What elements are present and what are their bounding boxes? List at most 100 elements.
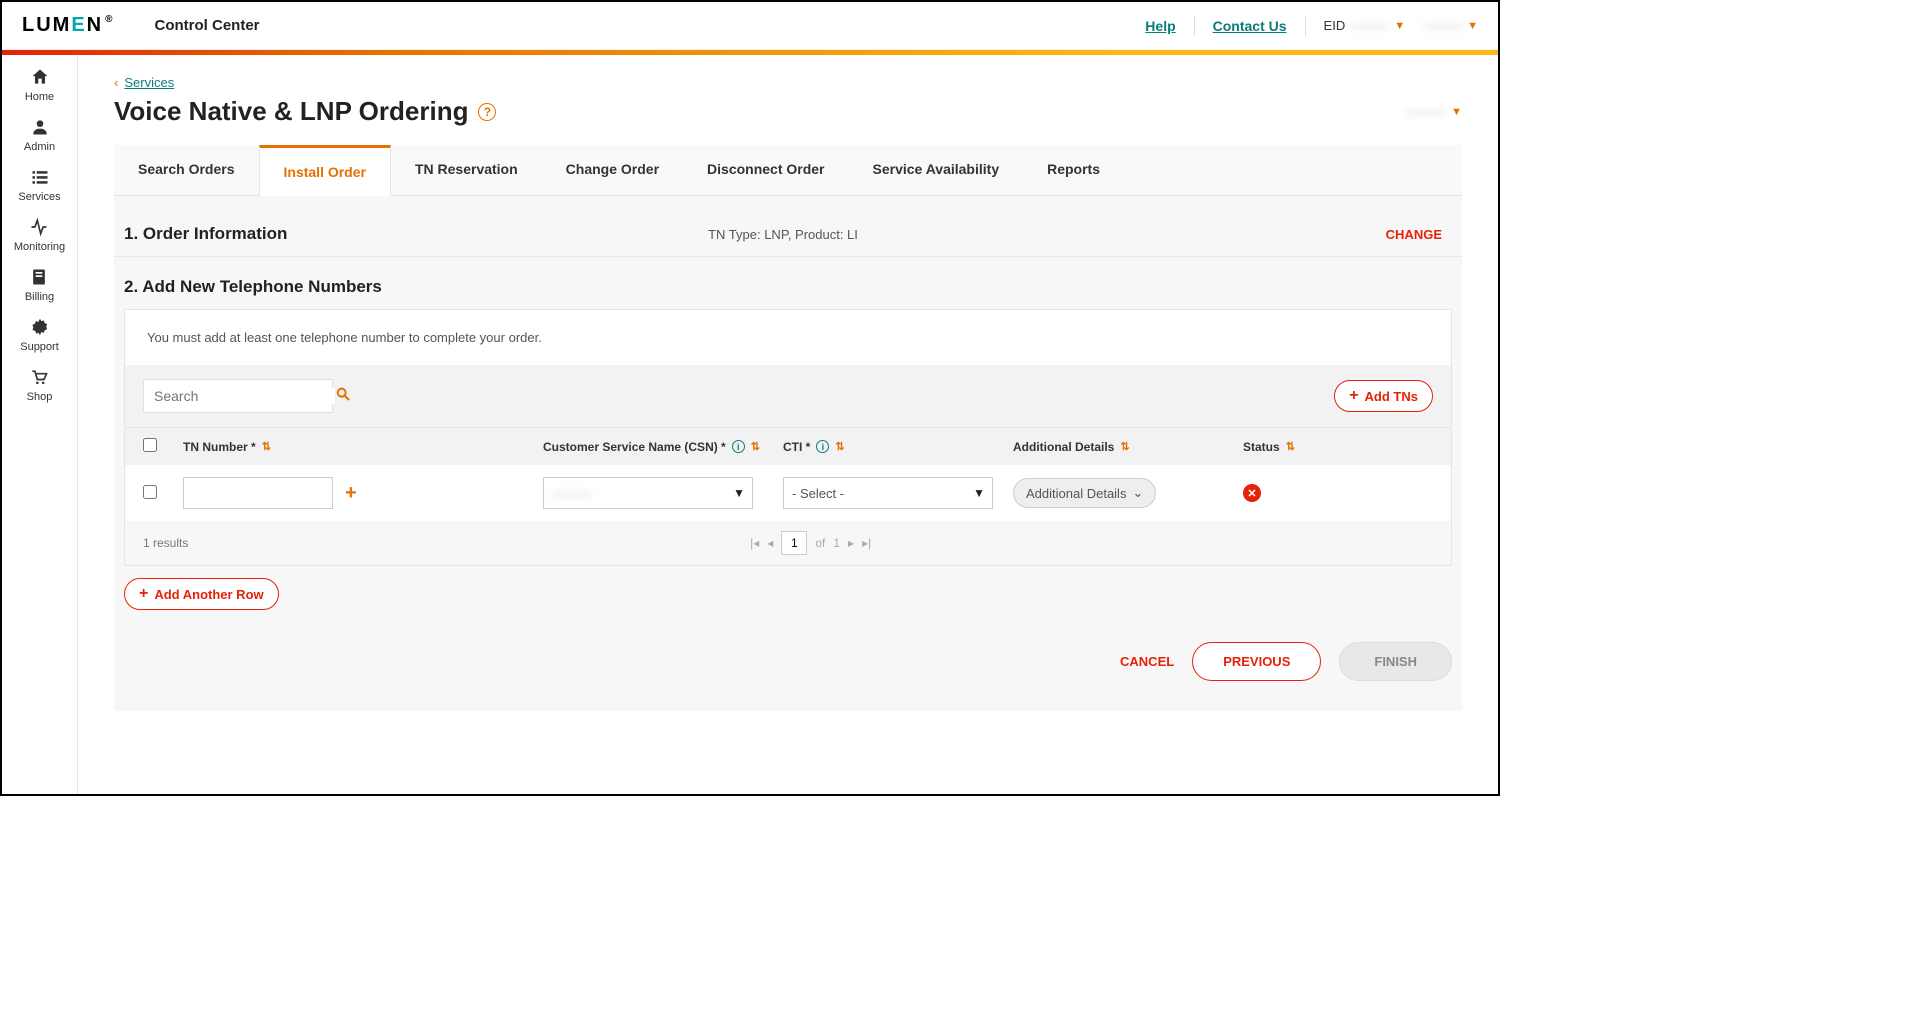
sidebar-item-label: Support (20, 341, 59, 353)
main-content: ‹ Services Voice Native & LNP Ordering ?… (78, 55, 1498, 794)
results-count: 1 results (143, 536, 188, 550)
sidebar-item-label: Services (18, 191, 60, 203)
sort-icon[interactable]: ⇅ (1120, 440, 1129, 453)
sidebar-item-shop[interactable]: Shop (27, 367, 53, 403)
sidebar-item-monitoring[interactable]: Monitoring (14, 217, 65, 253)
section-2-title: 2. Add New Telephone Numbers (114, 257, 1462, 309)
previous-button[interactable]: PREVIOUS (1192, 642, 1321, 681)
page-first-icon[interactable]: |◂ (750, 536, 759, 550)
user-menu[interactable]: ——— ▼ (1423, 18, 1478, 33)
tab-disconnect-order[interactable]: Disconnect Order (683, 145, 848, 195)
info-icon[interactable]: i (816, 440, 829, 453)
user-icon (30, 117, 50, 137)
sidebar-item-label: Billing (25, 291, 54, 303)
col-status-label: Status (1243, 440, 1280, 454)
cancel-button[interactable]: CANCEL (1120, 654, 1174, 669)
eid-display[interactable]: EID ——— ▼ (1324, 18, 1406, 33)
search-icon[interactable] (335, 386, 351, 407)
account-selector[interactable]: ——— ▼ (1406, 104, 1462, 119)
finish-button[interactable]: FINISH (1339, 642, 1452, 681)
plus-icon: + (1349, 388, 1358, 404)
help-link[interactable]: Help (1145, 18, 1175, 34)
additional-details-button[interactable]: Additional Details ⌄ (1013, 478, 1156, 508)
info-icon[interactable]: i (732, 440, 745, 453)
sidebar-item-label: Admin (24, 141, 55, 153)
tab-reports[interactable]: Reports (1023, 145, 1124, 195)
sort-icon[interactable]: ⇅ (835, 440, 844, 453)
cart-icon (29, 367, 49, 387)
section-1-info: TN Type: LNP, Product: LI (708, 227, 858, 242)
sidebar-item-label: Shop (27, 391, 53, 403)
col-tn-label: TN Number * (183, 440, 256, 454)
account-label: ——— (1406, 104, 1445, 119)
eid-value: ——— (1350, 18, 1389, 33)
sidebar-item-billing[interactable]: Billing (25, 267, 54, 303)
sort-icon[interactable]: ⇅ (751, 440, 760, 453)
list-icon (30, 167, 50, 187)
page-title-text: Voice Native & LNP Ordering (114, 96, 468, 127)
card-message: You must add at least one telephone numb… (125, 310, 1451, 365)
csn-select[interactable]: ——— (543, 477, 753, 509)
sort-icon[interactable]: ⇅ (262, 440, 271, 453)
change-button[interactable]: CHANGE (1386, 227, 1442, 242)
top-bar: LUMEN® Control Center Help Contact Us EI… (2, 2, 1498, 50)
plus-icon: + (139, 586, 148, 602)
help-icon[interactable]: ? (478, 103, 496, 121)
sort-icon[interactable]: ⇅ (1286, 440, 1295, 453)
logo: LUMEN® (22, 14, 115, 37)
page-last-icon[interactable]: ▸| (862, 536, 871, 550)
table-row: + ——— ▼ - Select - ▼ (125, 465, 1451, 521)
eid-label: EID (1324, 18, 1346, 33)
tn-number-input[interactable] (183, 477, 333, 509)
csn-value: ——— (552, 486, 591, 501)
breadcrumb-link[interactable]: Services (124, 75, 174, 90)
table-header: TN Number * ⇅ Customer Service Name (CSN… (125, 427, 1451, 465)
tab-service-availability[interactable]: Service Availability (849, 145, 1024, 195)
chevron-down-icon: ▼ (1394, 20, 1405, 32)
add-another-row-button[interactable]: + Add Another Row (124, 578, 279, 610)
page-total: 1 (833, 536, 840, 550)
contact-link[interactable]: Contact Us (1213, 18, 1287, 34)
col-additional-label: Additional Details (1013, 440, 1114, 454)
table-footer: 1 results |◂ ◂ of 1 ▸ ▸| (125, 521, 1451, 565)
sidebar-item-admin[interactable]: Admin (24, 117, 55, 153)
row-checkbox[interactable] (143, 485, 157, 499)
select-all-checkbox[interactable] (143, 438, 157, 452)
sidebar-item-services[interactable]: Services (18, 167, 60, 203)
pager: |◂ ◂ of 1 ▸ ▸| (750, 531, 871, 555)
chevron-down-icon: ▼ (1467, 20, 1478, 32)
tab-tn-reservation[interactable]: TN Reservation (391, 145, 542, 195)
divider (1194, 16, 1195, 36)
page-of-label: of (815, 536, 825, 550)
app-name: Control Center (155, 17, 260, 34)
add-tns-button[interactable]: + Add TNs (1334, 380, 1433, 412)
sidebar-item-support[interactable]: Support (20, 317, 59, 353)
divider (1305, 16, 1306, 36)
sidebar-item-label: Home (25, 91, 54, 103)
section-1-title: 1. Order Information (124, 224, 287, 244)
tab-change-order[interactable]: Change Order (542, 145, 683, 195)
tab-install-order[interactable]: Install Order (259, 145, 391, 196)
sidebar-item-home[interactable]: Home (25, 67, 54, 103)
plus-icon[interactable]: + (345, 482, 357, 505)
cti-select[interactable]: - Select - (783, 477, 993, 509)
activity-icon (29, 217, 49, 237)
billing-icon (29, 267, 49, 287)
page-prev-icon[interactable]: ◂ (767, 536, 773, 550)
home-icon (30, 67, 50, 87)
page-next-icon[interactable]: ▸ (848, 536, 854, 550)
panel: 1. Order Information TN Type: LNP, Produ… (114, 196, 1462, 711)
sidebar-item-label: Monitoring (14, 241, 65, 253)
chevron-down-icon: ⌄ (1132, 485, 1143, 501)
col-csn-label: Customer Service Name (CSN) * (543, 440, 726, 454)
search-input[interactable] (154, 388, 335, 404)
gear-icon (30, 317, 50, 337)
tab-search-orders[interactable]: Search Orders (114, 145, 259, 195)
tn-card: You must add at least one telephone numb… (124, 309, 1452, 566)
search-box (143, 379, 333, 413)
user-value: ——— (1423, 18, 1462, 33)
page-input[interactable] (781, 531, 807, 555)
tab-bar: Search Orders Install Order TN Reservati… (114, 145, 1462, 196)
additional-details-label: Additional Details (1026, 486, 1126, 501)
card-toolbar: + Add TNs (125, 365, 1451, 427)
